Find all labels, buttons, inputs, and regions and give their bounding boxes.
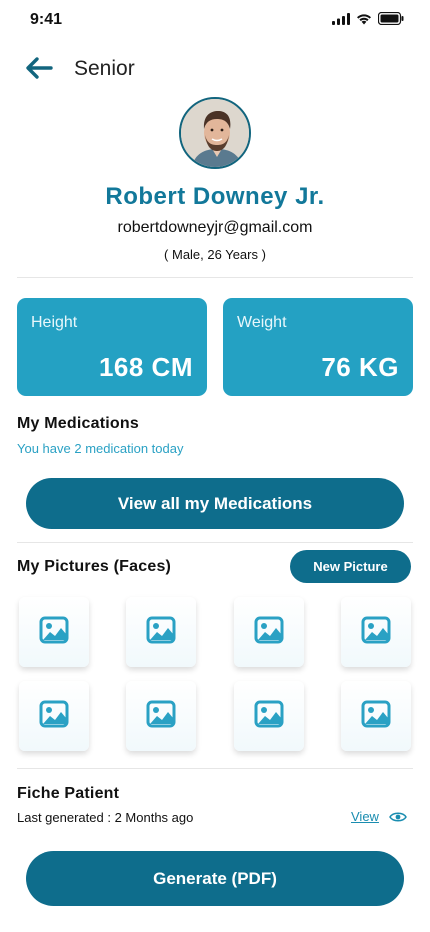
avatar	[179, 97, 251, 169]
image-icon	[146, 700, 176, 733]
image-icon	[39, 700, 69, 733]
back-button[interactable]	[24, 54, 54, 82]
picture-tile[interactable]	[19, 597, 89, 667]
picture-tile[interactable]	[126, 597, 196, 667]
view-link[interactable]: View	[351, 809, 379, 824]
arrow-left-icon	[26, 57, 53, 79]
height-value: 168 CM	[98, 352, 193, 382]
profile-email: robertdowneyjr@gmail.com	[117, 219, 313, 236]
weight-card: Weight 76 KG	[223, 298, 413, 396]
status-bar: 9:41	[0, 0, 430, 40]
picture-tile[interactable]	[126, 681, 196, 751]
picture-tile[interactable]	[341, 681, 411, 751]
view-medications-button[interactable]: View all my Medications	[26, 478, 404, 529]
picture-tile[interactable]	[341, 597, 411, 667]
profile-gender-age: ( Male, 26 Years )	[164, 247, 266, 262]
page-title: Senior	[74, 57, 135, 80]
weight-value: 76 KG	[321, 352, 399, 382]
medications-title: My Medications	[17, 415, 139, 432]
app-header: Senior	[0, 48, 430, 88]
image-icon	[361, 700, 391, 733]
profile-name: Robert Downey Jr.	[105, 183, 325, 210]
picture-tile[interactable]	[234, 681, 304, 751]
height-label: Height	[31, 314, 78, 331]
image-icon	[254, 700, 284, 733]
status-time: 9:41	[30, 11, 63, 28]
last-generated-text: Last generated : 2 Months ago	[17, 810, 194, 825]
eye-icon[interactable]	[389, 810, 407, 824]
fiche-title: Fiche Patient	[17, 785, 120, 802]
image-icon	[254, 616, 284, 649]
generate-pdf-button[interactable]: Generate (PDF)	[26, 851, 404, 906]
divider	[17, 277, 413, 278]
height-card: Height 168 CM	[17, 298, 207, 396]
image-icon	[361, 616, 391, 649]
status-icons	[332, 12, 404, 25]
divider	[17, 542, 413, 543]
picture-tile[interactable]	[234, 597, 304, 667]
new-picture-button[interactable]: New Picture	[290, 550, 411, 583]
picture-tile[interactable]	[19, 681, 89, 751]
weight-label: Weight	[237, 314, 287, 331]
image-icon	[146, 616, 176, 649]
divider	[17, 768, 413, 769]
profile-photo	[181, 99, 249, 167]
cellular-signal-icon	[332, 12, 350, 25]
pictures-title: My Pictures (Faces)	[17, 558, 172, 575]
medications-subtitle: You have 2 medication today	[17, 441, 184, 456]
wifi-icon	[357, 13, 371, 24]
image-icon	[39, 616, 69, 649]
battery-icon	[378, 12, 404, 25]
